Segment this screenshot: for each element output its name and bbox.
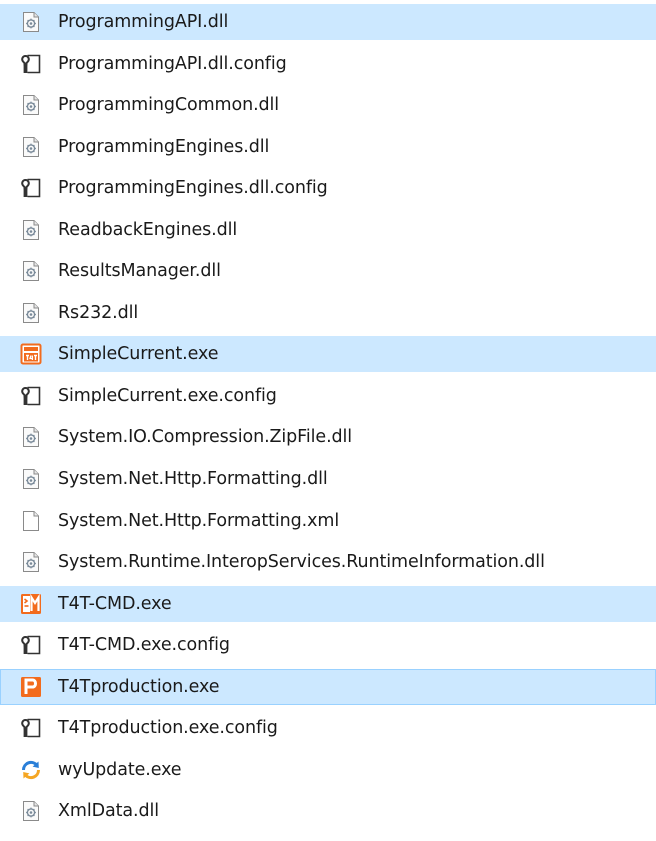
- file-row[interactable]: System.Net.Http.Formatting.xml: [0, 503, 656, 539]
- file-row[interactable]: XmlData.dll: [0, 793, 656, 829]
- file-name: T4T-CMD.exe.config: [58, 635, 230, 656]
- config-file-icon: [20, 177, 42, 199]
- dll-file-icon: [20, 219, 42, 241]
- file-name: ProgrammingAPI.dll: [58, 12, 229, 32]
- dll-file-icon: [20, 800, 42, 822]
- file-row[interactable]: ProgrammingEngines.dll.config: [0, 170, 656, 206]
- dll-file-icon: [20, 426, 42, 448]
- file-list: ProgrammingAPI.dll ProgrammingAPI.dll.co…: [0, 0, 656, 841]
- file-row[interactable]: Rs232.dll: [0, 295, 656, 331]
- config-file-icon: [20, 634, 42, 656]
- file-name: ResultsManager.dll: [58, 261, 221, 282]
- config-file-icon: [20, 385, 42, 407]
- file-row[interactable]: SimpleCurrent.exe: [0, 336, 656, 373]
- t4t-cmd-app-icon: [20, 593, 42, 615]
- file-row[interactable]: T4T-CMD.exe: [0, 585, 656, 622]
- file-name: XmlData.dll: [58, 801, 159, 822]
- simplecurrent-app-icon: [20, 343, 42, 365]
- t4tproduction-app-icon: [20, 676, 42, 698]
- file-name: T4Tproduction.exe.config: [58, 718, 278, 739]
- dll-file-icon: [20, 94, 42, 116]
- dll-file-icon: [20, 551, 42, 573]
- file-name: ProgrammingEngines.dll: [58, 136, 270, 157]
- file-name: ProgrammingAPI.dll.config: [58, 53, 287, 74]
- file-name: T4T-CMD.exe: [58, 593, 172, 614]
- dll-file-icon: [20, 302, 42, 324]
- dll-file-icon: [20, 136, 42, 158]
- dll-file-icon: [20, 468, 42, 490]
- file-row[interactable]: System.Net.Http.Formatting.dll: [0, 461, 656, 497]
- file-name: SimpleCurrent.exe.config: [58, 385, 277, 406]
- file-row[interactable]: SimpleCurrent.exe.config: [0, 378, 656, 414]
- file-name: System.Net.Http.Formatting.xml: [58, 510, 340, 531]
- file-row[interactable]: System.Runtime.InteropServices.RuntimeIn…: [0, 544, 656, 580]
- file-row[interactable]: ProgrammingEngines.dll: [0, 129, 656, 165]
- file-name: ReadbackEngines.dll: [58, 219, 238, 240]
- dll-file-icon: [20, 11, 42, 33]
- file-name: ProgrammingEngines.dll.config: [58, 178, 328, 199]
- file-row[interactable]: ProgrammingAPI.dll.config: [0, 46, 656, 82]
- file-row[interactable]: System.IO.Compression.ZipFile.dll: [0, 419, 656, 455]
- file-name: SimpleCurrent.exe: [58, 344, 219, 365]
- file-name: ProgrammingCommon.dll: [58, 95, 280, 116]
- file-name: T4Tproduction.exe: [58, 676, 220, 697]
- update-arrows-icon: [20, 759, 42, 781]
- file-row[interactable]: ResultsManager.dll: [0, 253, 656, 289]
- dll-file-icon: [20, 260, 42, 282]
- config-file-icon: [20, 53, 42, 75]
- file-row[interactable]: T4T-CMD.exe.config: [0, 627, 656, 663]
- file-name: wyUpdate.exe: [58, 759, 182, 780]
- file-row[interactable]: ProgrammingCommon.dll: [0, 87, 656, 123]
- file-name: System.Runtime.InteropServices.RuntimeIn…: [58, 552, 545, 573]
- blank-file-icon: [20, 510, 42, 532]
- config-file-icon: [20, 717, 42, 739]
- file-name: Rs232.dll: [58, 302, 139, 323]
- file-row[interactable]: T4Tproduction.exe: [0, 668, 656, 705]
- file-name: System.IO.Compression.ZipFile.dll: [58, 427, 353, 448]
- file-row[interactable]: wyUpdate.exe: [0, 752, 656, 788]
- file-name: System.Net.Http.Formatting.dll: [58, 469, 328, 490]
- file-row[interactable]: ReadbackEngines.dll: [0, 212, 656, 248]
- file-row[interactable]: T4Tproduction.exe.config: [0, 710, 656, 746]
- file-row[interactable]: ProgrammingAPI.dll: [0, 4, 656, 40]
